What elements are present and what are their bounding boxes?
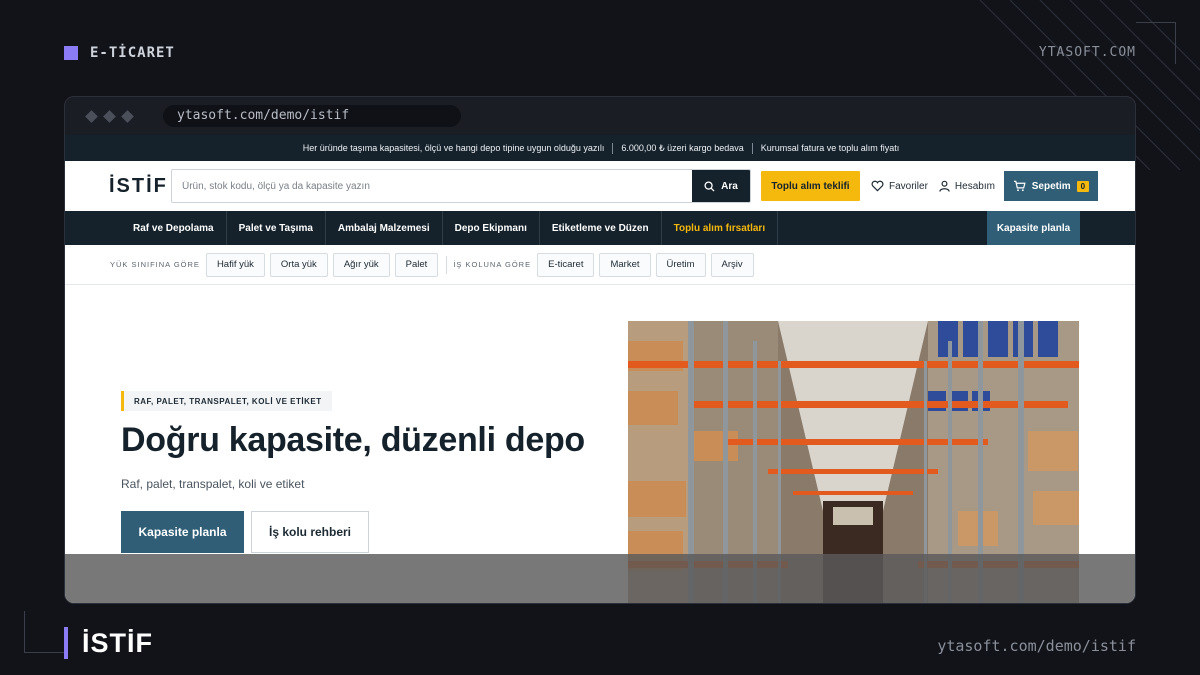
corner-frame-bottom-left: [24, 611, 64, 653]
search-button[interactable]: Ara: [692, 170, 750, 202]
filter-chip-market[interactable]: Market: [599, 252, 651, 277]
search-input[interactable]: [172, 170, 692, 202]
slide-brand: YTASOFT.COM: [1038, 45, 1136, 60]
window-control-icon[interactable]: [85, 109, 98, 123]
cart-icon: [1013, 180, 1026, 192]
project-title: İSTİF: [82, 627, 153, 658]
announcement-bar: Her üründe taşıma kapasitesi, ölçü ve ha…: [65, 135, 1135, 161]
business-guide-button[interactable]: İş kolu rehberi: [251, 511, 369, 553]
web-page: Her üründe taşıma kapasitesi, ölçü ve ha…: [65, 135, 1135, 603]
filter-bar: YÜK SINIFINA GÖRE Hafif yük Orta yük Ağı…: [65, 245, 1135, 285]
filter-chip-e-ticaret[interactable]: E-ticaret: [537, 252, 595, 277]
announcement-item: 6.000,00 ₺ üzeri kargo bedava: [621, 142, 744, 153]
filter-chip-uretim[interactable]: Üretim: [655, 252, 706, 277]
hero-eyebrow: RAF, PALET, TRANSPALET, KOLİ VE ETİKET: [121, 391, 332, 411]
window-control-icon[interactable]: [103, 109, 116, 123]
divider: [446, 255, 448, 274]
cart-count-badge: 0: [1076, 180, 1090, 192]
slide-footer-title: İSTİF: [64, 627, 153, 659]
nav-item-raf-ve-depolama[interactable]: Raf ve Depolama: [121, 211, 227, 245]
browser-window: ytasoft.com/demo/istif Her üründe taşıma…: [64, 96, 1136, 604]
favorites-label: Favoriler: [889, 180, 928, 192]
announcement-item: Kurumsal fatura ve toplu alım fiyatı: [760, 143, 900, 153]
cart-button[interactable]: Sepetim 0: [1003, 171, 1098, 201]
overlay-band: [65, 554, 1135, 603]
square-bullet-icon: [64, 46, 78, 60]
capacity-plan-button[interactable]: Kapasite planla: [121, 511, 244, 553]
corner-frame-top-right: [1136, 22, 1176, 64]
divider: [612, 142, 614, 154]
slide-category-label: E-TİCARET: [90, 45, 175, 61]
heart-icon: [871, 180, 884, 192]
nav-item-depo-ekipmani[interactable]: Depo Ekipmanı: [443, 211, 540, 245]
site-logo[interactable]: İSTİF: [109, 175, 171, 198]
favorites-link[interactable]: Favoriler: [871, 180, 928, 192]
window-control-icon[interactable]: [121, 109, 134, 123]
filter-chip-hafif-yuk[interactable]: Hafif yük: [205, 252, 265, 277]
search-bar: Ara: [171, 169, 751, 203]
hero-title: Doğru kapasite, düzenli depo: [121, 421, 585, 459]
capacity-plan-nav-button[interactable]: Kapasite planla: [987, 211, 1080, 245]
nav-item-etiketleme-ve-duzen[interactable]: Etiketleme ve Düzen: [540, 211, 662, 245]
account-label: Hesabım: [954, 180, 995, 192]
site-header: İSTİF Ara Toplu alım teklifi Favoriler H…: [65, 161, 1135, 211]
divider: [751, 142, 753, 154]
account-link[interactable]: Hesabım: [939, 180, 995, 192]
cart-label: Sepetim: [1031, 180, 1071, 192]
filter-chip-arsiv[interactable]: Arşiv: [710, 252, 754, 277]
browser-chrome: ytasoft.com/demo/istif: [65, 97, 1135, 135]
bulk-quote-button[interactable]: Toplu alım teklifi: [761, 171, 860, 201]
main-navigation: Raf ve Depolama Palet ve Taşıma Ambalaj …: [65, 211, 1135, 245]
announcement-item: Her üründe taşıma kapasitesi, ölçü ve ha…: [302, 143, 605, 153]
load-class-label: YÜK SINIFINA GÖRE: [110, 260, 200, 269]
business-line-label: İŞ KOLUNA GÖRE: [453, 260, 532, 269]
footer-url: ytasoft.com/demo/istif: [937, 637, 1136, 655]
nav-item-ambalaj-malzemesi[interactable]: Ambalaj Malzemesi: [326, 211, 443, 245]
nav-item-toplu-alim-firsatlari[interactable]: Toplu alım fırsatları: [662, 211, 779, 245]
slide-category-tag: E-TİCARET: [64, 45, 175, 61]
filter-chip-orta-yuk[interactable]: Orta yük: [269, 252, 328, 277]
filter-chip-agir-yuk[interactable]: Ağır yük: [332, 252, 390, 277]
hero-subtitle: Raf, palet, transpalet, koli ve etiket: [121, 477, 305, 491]
user-icon: [939, 180, 950, 192]
hero-section: RAF, PALET, TRANSPALET, KOLİ VE ETİKET D…: [65, 285, 1135, 603]
address-bar[interactable]: ytasoft.com/demo/istif: [163, 105, 461, 127]
nav-item-palet-ve-tasima[interactable]: Palet ve Taşıma: [227, 211, 326, 245]
search-button-label: Ara: [721, 180, 738, 192]
search-icon: [704, 180, 715, 192]
accent-bar: [64, 627, 68, 659]
filter-chip-palet[interactable]: Palet: [394, 252, 439, 277]
